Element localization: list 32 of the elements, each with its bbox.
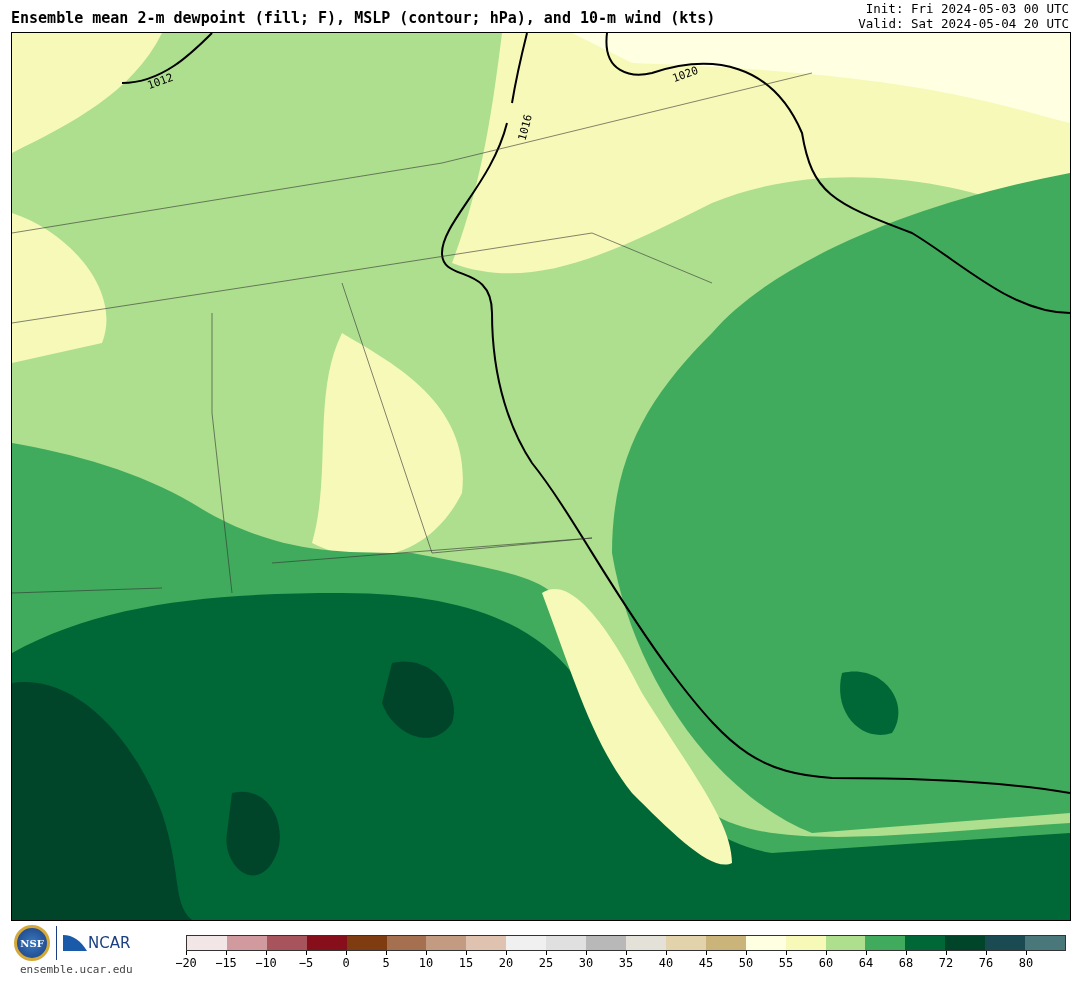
ncar-logo-text: NCAR <box>88 934 131 952</box>
tick-label: 68 <box>898 956 914 970</box>
tick-label: 60 <box>818 956 834 970</box>
tick-label: 0 <box>342 956 350 970</box>
contour-label: 1016 <box>515 113 535 142</box>
nsf-logo: NSF <box>14 925 50 961</box>
contour-label: 1020 <box>670 63 700 86</box>
tick-label: 76 <box>978 956 994 970</box>
tick-label: −20 <box>175 956 197 970</box>
tick-label: 40 <box>658 956 674 970</box>
tick-label: 55 <box>778 956 794 970</box>
tick-label: 10 <box>418 956 434 970</box>
tick-label: 35 <box>618 956 634 970</box>
tick-label: 15 <box>458 956 474 970</box>
tick-label: −10 <box>255 956 277 970</box>
tick-label: 30 <box>578 956 594 970</box>
tick-label: 72 <box>938 956 954 970</box>
contour-label: 1012 <box>145 70 175 93</box>
init-time: Init: Fri 2024-05-03 00 UTC <box>865 1 1069 16</box>
valid-time: Valid: Sat 2024-05-04 20 UTC <box>858 16 1069 31</box>
tick-label: 25 <box>538 956 554 970</box>
tick-label: 45 <box>698 956 714 970</box>
swoosh-icon <box>63 933 87 953</box>
tick-label: 50 <box>738 956 754 970</box>
tick-label: −5 <box>298 956 314 970</box>
tick-label: 64 <box>858 956 874 970</box>
tick-label: 5 <box>382 956 390 970</box>
site-url: ensemble.ucar.edu <box>19 963 133 976</box>
tick-label: 80 <box>1018 956 1034 970</box>
tick-label: −15 <box>215 956 237 970</box>
tick-label: 20 <box>498 956 514 970</box>
chart-title: Ensemble mean 2-m dewpoint (fill; F), MSLP (contour; hPa), and 10-m wind (kts) <box>11 9 716 29</box>
